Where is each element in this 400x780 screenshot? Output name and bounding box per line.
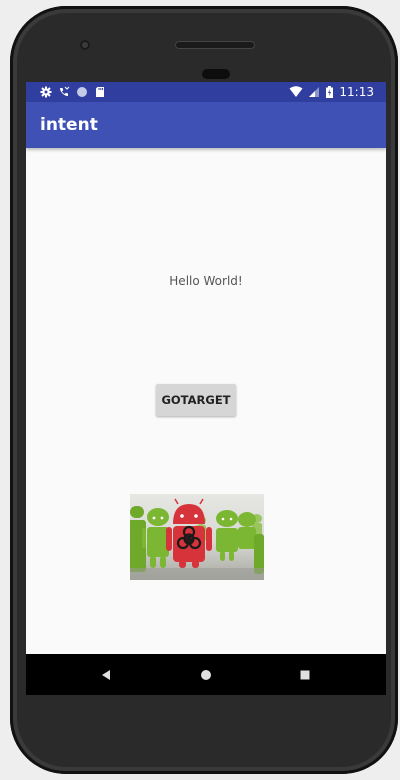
status-bar: 11:13 (26, 82, 386, 102)
wifi-icon (289, 86, 303, 97)
status-time: 11:13 (339, 85, 374, 99)
hello-text: Hello World! (169, 274, 243, 288)
app-title: intent (40, 115, 98, 135)
missed-call-icon (60, 86, 70, 96)
proximity-sensor (202, 69, 230, 79)
sd-card-icon (96, 87, 104, 97)
battery-icon (326, 86, 334, 98)
home-button[interactable] (194, 654, 218, 695)
gotarget-button[interactable]: GOTARGET (156, 384, 236, 416)
front-camera (80, 40, 90, 50)
navigation-bar (26, 654, 386, 695)
back-button[interactable] (94, 654, 118, 695)
signal-icon (309, 87, 320, 97)
home-icon (201, 669, 211, 680)
android-figures-illustration (130, 494, 264, 580)
recents-button[interactable] (293, 654, 317, 695)
status-right-icons: 11:13 (289, 82, 374, 102)
earpiece-speaker (175, 41, 255, 49)
status-left-icons (40, 82, 106, 102)
back-icon (102, 669, 110, 680)
circle-icon (77, 87, 87, 97)
recents-icon (300, 670, 310, 679)
app-bar: intent (26, 102, 386, 148)
device-screen: 11:13 intent Hello World! GOTARGET (26, 82, 386, 695)
android-image (130, 494, 264, 580)
gear-icon (40, 86, 52, 98)
